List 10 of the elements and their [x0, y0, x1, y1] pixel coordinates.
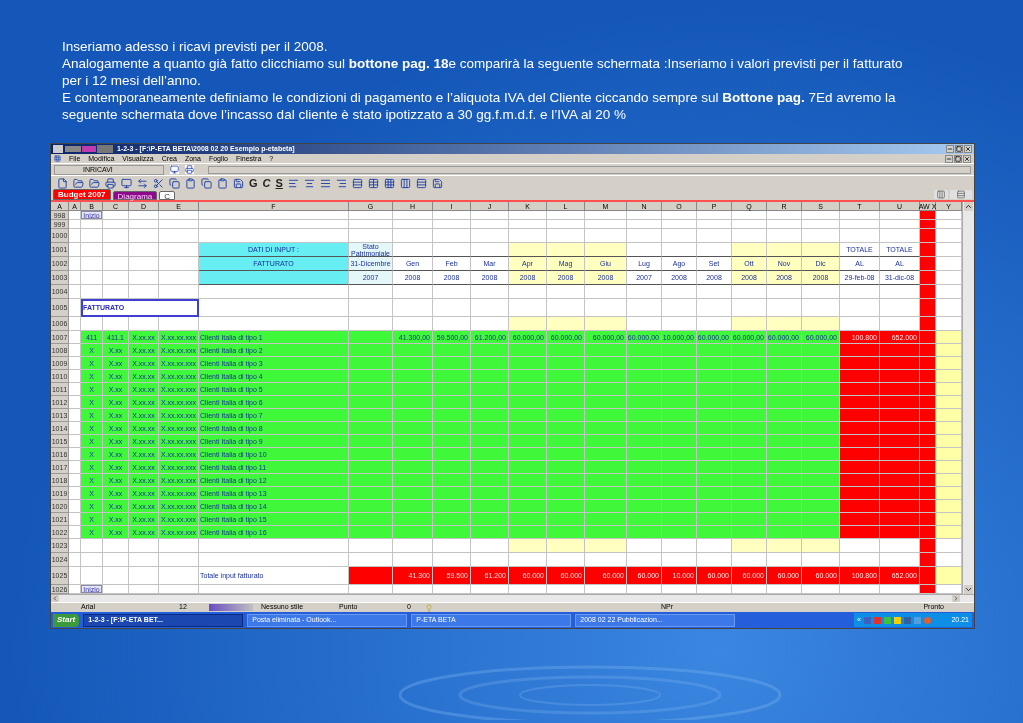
sheet-tab[interactable]: Diagrama: [112, 191, 158, 200]
slide-paragraph: Analogamente a quanto già fatto clicchiamo sul bottone pag. 18e comparirà la seguente schermata :Inseriamo i valori previsti per il fatturato per i 12 mesi dell’anno.: [62, 55, 904, 89]
start-menu-button[interactable]: Start: [53, 613, 80, 627]
format-button[interactable]: C: [262, 177, 271, 189]
sheet-tab[interactable]: C: [159, 191, 176, 200]
format-button[interactable]: S: [275, 177, 283, 189]
format-button[interactable]: G: [249, 177, 258, 189]
sheet-tab[interactable]: Budget 2007: [53, 189, 111, 200]
slide-paragraph: Inseriamo adesso i ricavi previsti per il 2008.: [62, 38, 329, 55]
slide-paragraph: E contemporaneamente definiamo le condizioni di pagamento e l’aliquota IVA del Cliente ciccando sempre sul Bottone pag. 7Ed avremo la seguente schermata dove l’incasso dal cliente è stato ipotizzato a 30 gg.f.m.d.f. e l’IVA al 20 %: [62, 89, 897, 123]
